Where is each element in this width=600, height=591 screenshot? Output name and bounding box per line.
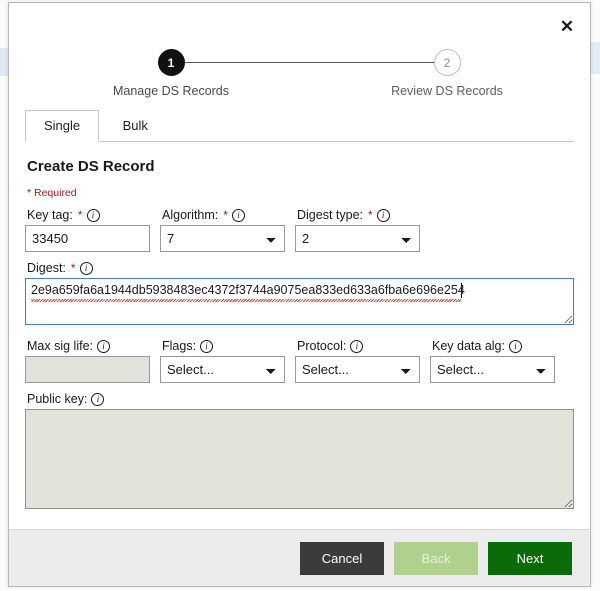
page-title: Create DS Record — [27, 158, 155, 175]
info-icon-public-key[interactable]: i — [91, 392, 105, 406]
digest-textarea-wrapper: 2e9a659fa6a1944db5938483ec4372f3744a9075… — [25, 278, 574, 330]
field-public-key: Public key: i — [25, 392, 574, 514]
background-right-strip — [591, 0, 600, 591]
field-digest: Digest: * i 2e9a659fa6a1944db5938483ec43… — [25, 261, 574, 330]
modal-footer: Cancel Back Next — [9, 529, 590, 586]
field-key-tag: Key tag: * i — [25, 208, 150, 252]
label-key-data-alg-text: Key data alg: — [432, 339, 505, 353]
required-star-key-tag: * — [77, 208, 83, 222]
next-button[interactable]: Next — [488, 541, 572, 575]
stepper: 1 Manage DS Records 2 Review DS Records — [9, 41, 590, 109]
required-star-digest: * — [70, 261, 76, 275]
tab-bar: Single Bulk — [25, 109, 574, 142]
label-key-tag-text: Key tag: — [27, 208, 73, 222]
field-digest-type: Digest type: * i 2 — [295, 208, 420, 252]
field-protocol: Protocol: i Select... — [295, 339, 420, 383]
back-button: Back — [394, 541, 478, 575]
field-flags: Flags: i Select... — [160, 339, 285, 383]
background-right-highlight — [591, 42, 600, 74]
cancel-button[interactable]: Cancel — [300, 541, 384, 575]
stepper-step-review-ds-records[interactable]: 2 Review DS Records — [367, 41, 527, 98]
info-icon-key-tag[interactable]: i — [86, 208, 100, 222]
label-digest-type-text: Digest type: — [297, 208, 364, 222]
required-note: * Required — [27, 187, 77, 199]
key-data-alg-select[interactable]: Select... — [430, 356, 555, 383]
step-label-1: Manage DS Records — [112, 84, 230, 98]
background-left-highlight — [0, 48, 8, 76]
form-body: Create DS Record * Required Key tag: * i… — [9, 142, 590, 514]
label-max-sig-life: Max sig life: i — [27, 339, 150, 353]
step-number-badge-2: 2 — [433, 49, 461, 76]
algorithm-select[interactable]: 7 — [160, 225, 285, 252]
label-flags-text: Flags: — [162, 339, 197, 353]
label-key-tag: Key tag: * i — [27, 208, 150, 222]
field-algorithm: Algorithm: * i 7 — [160, 208, 285, 252]
info-icon-algorithm[interactable]: i — [231, 208, 245, 222]
stepper-step-manage-ds-records[interactable]: 1 Manage DS Records — [91, 41, 251, 98]
required-star-digest-type: * — [368, 208, 373, 222]
field-key-data-alg: Key data alg: i Select... — [430, 339, 555, 383]
label-protocol-text: Protocol: — [297, 339, 347, 353]
label-protocol: Protocol: i — [297, 339, 420, 353]
label-public-key-text: Public key: — [27, 392, 88, 406]
field-row-2: Max sig life: i Flags: i Select... Proto… — [25, 339, 574, 383]
flags-select[interactable]: Select... — [160, 356, 285, 383]
label-digest: Digest: * i — [27, 261, 574, 275]
info-icon-digest[interactable]: i — [79, 261, 93, 275]
info-icon-key-data-alg[interactable]: i — [508, 339, 522, 353]
label-max-sig-life-text: Max sig life: — [27, 339, 93, 353]
digest-type-select[interactable]: 2 — [295, 225, 420, 252]
step-number-badge-1: 1 — [157, 49, 185, 76]
label-algorithm: Algorithm: * i — [162, 208, 285, 222]
info-icon-protocol[interactable]: i — [350, 339, 364, 353]
protocol-select[interactable]: Select... — [295, 356, 420, 383]
tab-single[interactable]: Single — [25, 110, 100, 142]
public-key-textarea[interactable] — [25, 409, 574, 509]
label-digest-type: Digest type: * i — [297, 208, 420, 222]
info-icon-flags[interactable]: i — [200, 339, 214, 353]
label-digest-text: Digest: — [27, 261, 66, 275]
field-max-sig-life: Max sig life: i — [25, 339, 150, 383]
label-flags: Flags: i — [162, 339, 285, 353]
tab-bulk[interactable]: Bulk — [104, 110, 167, 142]
field-row-1: Key tag: * i Algorithm: * i 7 Digest — [25, 208, 574, 252]
create-ds-record-modal: ✕ 1 Manage DS Records 2 Review DS Record… — [8, 2, 591, 587]
max-sig-life-input — [25, 356, 150, 383]
digest-textarea[interactable]: 2e9a659fa6a1944db5938483ec4372f3744a9075… — [25, 278, 574, 325]
info-icon-max-sig-life[interactable]: i — [97, 339, 110, 353]
info-icon-digest-type[interactable]: i — [376, 208, 390, 222]
close-icon[interactable]: ✕ — [554, 13, 580, 39]
required-star-algorithm: * — [223, 208, 228, 222]
label-algorithm-text: Algorithm: — [162, 208, 219, 222]
label-key-data-alg: Key data alg: i — [432, 339, 555, 353]
key-tag-input[interactable] — [25, 225, 150, 252]
step-label-2: Review DS Records — [391, 84, 503, 98]
label-public-key: Public key: i — [27, 392, 574, 406]
